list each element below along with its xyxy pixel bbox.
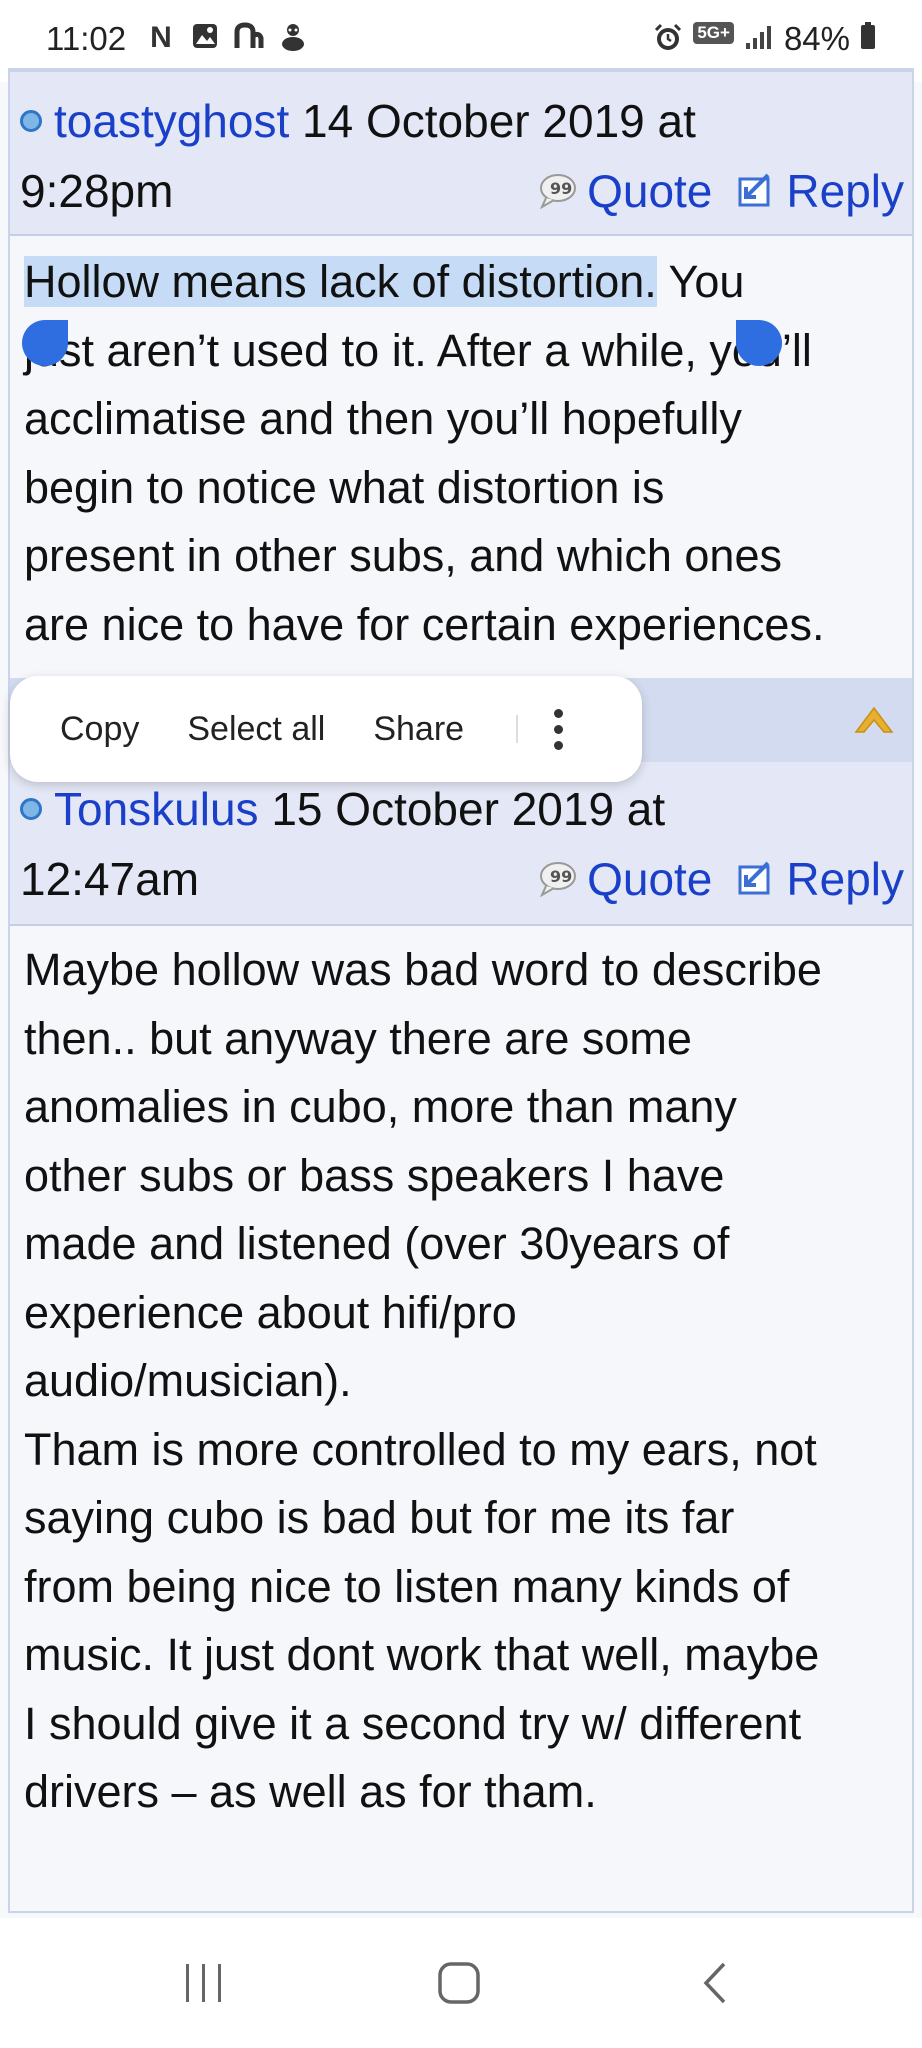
selection-handle-start[interactable] [22, 320, 68, 366]
quote-icon: 99 [539, 862, 577, 898]
post-line: begin to notice what distortion is [24, 461, 665, 513]
selected-text: Hollow means lack of distortion. [24, 256, 657, 307]
post-line: Maybe hollow was bad word to describe [24, 944, 822, 995]
signal-icon [744, 23, 774, 55]
username-link[interactable]: toastyghost [54, 95, 289, 147]
back-icon[interactable] [700, 1960, 730, 2006]
selection-handle-end[interactable] [736, 320, 782, 366]
select-all-button[interactable]: Select all [163, 710, 349, 749]
quote-button[interactable]: 99 Quote [537, 852, 712, 906]
svg-text:99: 99 [550, 867, 572, 886]
post-actions: 99 Quote Reply [537, 852, 904, 906]
system-nav-bar [0, 1918, 922, 2048]
post-time: 9:28pm [20, 165, 174, 217]
sticker-icon [278, 22, 308, 54]
home-icon[interactable] [436, 1960, 482, 2006]
post-line: from being nice to listen many kinds of [24, 1560, 790, 1612]
clock: 11:02 [46, 20, 127, 57]
post-line: Tham is more controlled to my ears, not [24, 1423, 817, 1475]
text-selection-menu: Copy Select all Share [10, 676, 642, 782]
reply-icon [738, 861, 770, 895]
quote-button[interactable]: 99 Quote [537, 164, 712, 218]
post-line: drivers – as well as for tham. [24, 1766, 597, 1817]
more-options-icon[interactable] [538, 708, 578, 750]
battery-icon [860, 20, 876, 58]
menu-divider [516, 715, 519, 743]
svg-text:99: 99 [550, 179, 572, 198]
username-link[interactable]: Tonskulus [54, 783, 259, 835]
post-line: made and listened (over 30years of [24, 1218, 730, 1269]
alarm-icon [653, 23, 683, 55]
reply-icon [738, 173, 770, 207]
post-body[interactable]: Maybe hollow was bad word to describe th… [24, 936, 902, 1827]
post-line: audio/musician). [24, 1355, 352, 1406]
reply-button[interactable]: Reply [736, 852, 904, 906]
battery-percent: 84% [783, 20, 850, 57]
reply-button[interactable]: Reply [736, 164, 904, 218]
post-line: I should give it a second try w/ differe… [24, 1697, 802, 1749]
user-status-icon [20, 797, 42, 820]
share-button[interactable]: Share [349, 710, 488, 749]
post-body[interactable]: Hollow means lack of distortion. You jus… [24, 248, 902, 659]
post-line: acclimatise and then you’ll hopefully [24, 393, 742, 444]
quote-icon: 99 [539, 174, 577, 210]
post-header: toastyghost 14 October 2019 at 9:28pm 99… [10, 72, 912, 236]
scroll-top-icon[interactable] [854, 704, 894, 734]
thread-content[interactable]: toastyghost 14 October 2019 at 9:28pm 99… [8, 68, 914, 1913]
gallery-icon [190, 22, 220, 54]
post-date: 14 October 2019 at [302, 95, 696, 147]
post-header: Tonskulus 15 October 2019 at 12:47am 99 … [10, 762, 912, 926]
post-line: anomalies in cubo, more than many [24, 1081, 737, 1132]
post-line: other subs or bass speakers I have [24, 1149, 725, 1201]
netflix-icon: N [150, 21, 172, 54]
notification-icons: N [146, 22, 308, 54]
app-n-icon [234, 22, 264, 54]
post-time: 12:47am [20, 853, 200, 905]
5g-plus-icon: 5G+ [693, 22, 734, 44]
post-line: present in other subs, and which ones [24, 530, 782, 581]
user-status-icon [20, 109, 42, 132]
post-line: music. It just dont work that well, mayb… [24, 1629, 820, 1680]
post-line: saying cubo is bad but for me its far [24, 1492, 735, 1543]
post-line: then.. but anyway there are some [24, 1012, 692, 1064]
recent-apps-icon[interactable] [182, 1960, 226, 2006]
post-line: are nice to have for certain experiences… [24, 598, 825, 650]
post-date: 15 October 2019 at [271, 783, 666, 835]
post-line: experience about hifi/pro [24, 1286, 517, 1338]
post-actions: 99 Quote Reply [537, 164, 904, 218]
copy-button[interactable]: Copy [10, 710, 163, 749]
system-icons: 5G+ 84% [653, 20, 876, 58]
